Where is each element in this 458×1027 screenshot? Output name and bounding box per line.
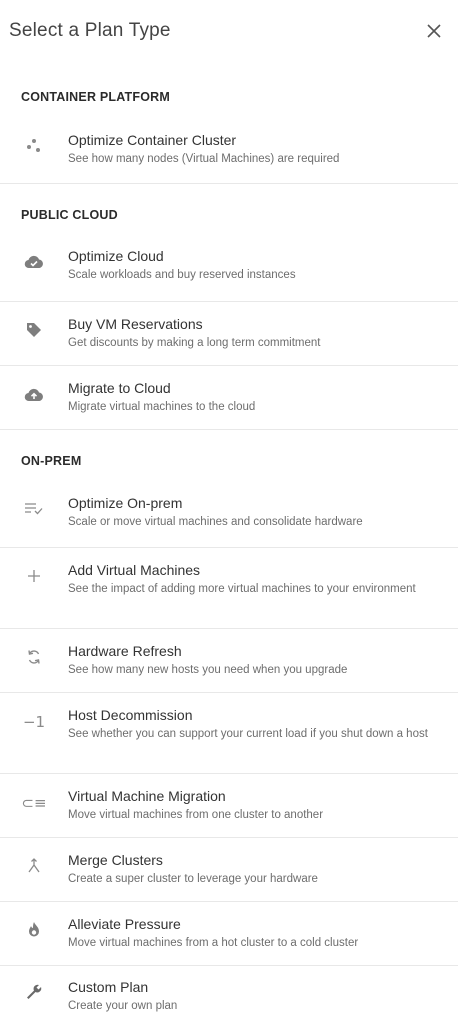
plan-description: Scale workloads and buy reserved instanc… <box>68 269 296 281</box>
plan-title: Merge Clusters <box>68 852 163 868</box>
container-nodes-icon <box>0 126 68 154</box>
plan-migrate-to-cloud[interactable]: Migrate to Cloud Migrate virtual machine… <box>0 366 458 430</box>
plan-description: See how many nodes (Virtual Machines) ar… <box>68 153 340 165</box>
plan-description: Create your own plan <box>68 1000 178 1012</box>
tag-icon <box>0 302 68 338</box>
plan-title: Migrate to Cloud <box>68 380 171 396</box>
migrate-glyph: ⊂≡ <box>21 794 47 812</box>
plan-title: Optimize On-prem <box>68 495 183 511</box>
page-title: Select a Plan Type <box>9 20 171 41</box>
close-button[interactable] <box>422 19 446 43</box>
plan-host-decommission[interactable]: −1 Host Decommission See whether you can… <box>0 693 458 774</box>
plan-description: Scale or move virtual machines and conso… <box>68 516 363 528</box>
plan-alleviate-pressure[interactable]: Alleviate Pressure Move virtual machines… <box>0 902 458 966</box>
plan-optimize-cloud[interactable]: Optimize Cloud Scale workloads and buy r… <box>0 244 458 302</box>
migrate-icon: ⊂≡ <box>0 774 68 812</box>
plan-description: See the impact of adding more virtual ma… <box>68 583 416 595</box>
fire-icon <box>0 902 68 938</box>
plan-title: Virtual Machine Migration <box>68 788 226 804</box>
plan-description: Create a super cluster to leverage your … <box>68 873 318 885</box>
plan-description: See whether you can support your current… <box>68 728 428 740</box>
plan-title: Buy VM Reservations <box>68 316 203 332</box>
cloud-upload-icon <box>0 366 68 403</box>
plan-type-panel: Select a Plan Type CONTAINER PLATFORM Op… <box>0 0 458 1027</box>
plan-title: Alleviate Pressure <box>68 916 181 932</box>
close-icon <box>427 24 441 38</box>
plan-title: Host Decommission <box>68 707 193 723</box>
plan-optimize-container-cluster[interactable]: Optimize Container Cluster See how many … <box>0 126 458 184</box>
minus-one-icon: −1 <box>0 693 68 731</box>
plan-title: Add Virtual Machines <box>68 562 201 578</box>
panel-header: Select a Plan Type <box>0 0 458 62</box>
section-title-container-platform: CONTAINER PLATFORM <box>21 90 170 104</box>
plus-icon <box>0 548 68 583</box>
plan-title: Custom Plan <box>68 979 149 995</box>
plan-description: Get discounts by making a long term comm… <box>68 337 321 349</box>
merge-icon <box>0 838 68 874</box>
plan-hardware-refresh[interactable]: Hardware Refresh See how many new hosts … <box>0 629 458 693</box>
section-title-public-cloud: PUBLIC CLOUD <box>21 208 118 222</box>
plan-custom-plan[interactable]: Custom Plan Create your own plan <box>0 966 458 1026</box>
plan-description: Move virtual machines from one cluster t… <box>68 809 324 821</box>
plan-virtual-machine-migration[interactable]: ⊂≡ Virtual Machine Migration Move virtua… <box>0 774 458 838</box>
minus-one-glyph: −1 <box>22 713 46 731</box>
plan-buy-vm-reservations[interactable]: Buy VM Reservations Get discounts by mak… <box>0 302 458 366</box>
list-check-icon <box>0 490 68 516</box>
plan-optimize-on-prem[interactable]: Optimize On-prem Scale or move virtual m… <box>0 490 458 548</box>
wrench-icon <box>0 966 68 1001</box>
plan-add-virtual-machines[interactable]: Add Virtual Machines See the impact of a… <box>0 548 458 629</box>
plan-description: Migrate virtual machines to the cloud <box>68 401 256 413</box>
section-title-on-prem: ON-PREM <box>21 454 82 468</box>
plan-title: Hardware Refresh <box>68 643 182 659</box>
plan-merge-clusters[interactable]: Merge Clusters Create a super cluster to… <box>0 838 458 902</box>
plan-description: See how many new hosts you need when you… <box>68 664 348 676</box>
plan-title: Optimize Cloud <box>68 248 164 264</box>
plan-title: Optimize Container Cluster <box>68 132 237 148</box>
plan-description: Move virtual machines from a hot cluster… <box>68 937 359 949</box>
refresh-icon <box>0 629 68 665</box>
cloud-check-icon <box>0 244 68 270</box>
